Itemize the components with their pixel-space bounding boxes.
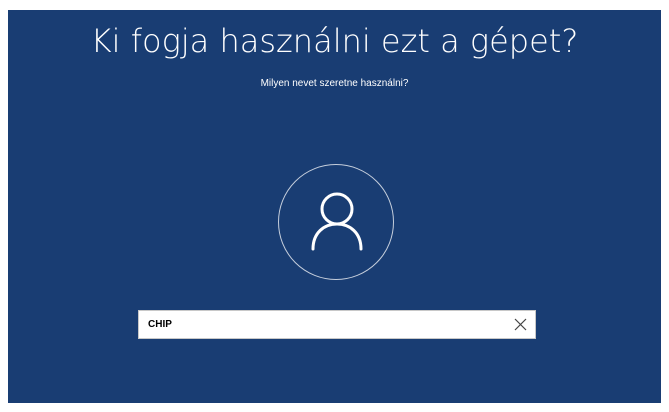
oobe-screen: Ki fogja használni ezt a gépet? Milyen n… (8, 10, 661, 403)
close-icon (514, 318, 527, 331)
page-title: Ki fogja használni ezt a gépet? (90, 22, 579, 60)
page-subtitle: Milyen nevet szeretne használni? (260, 78, 409, 89)
user-icon (311, 192, 363, 251)
name-input[interactable] (139, 311, 508, 338)
name-field[interactable] (138, 310, 536, 339)
clear-button[interactable] (512, 316, 529, 333)
avatar (278, 164, 394, 280)
